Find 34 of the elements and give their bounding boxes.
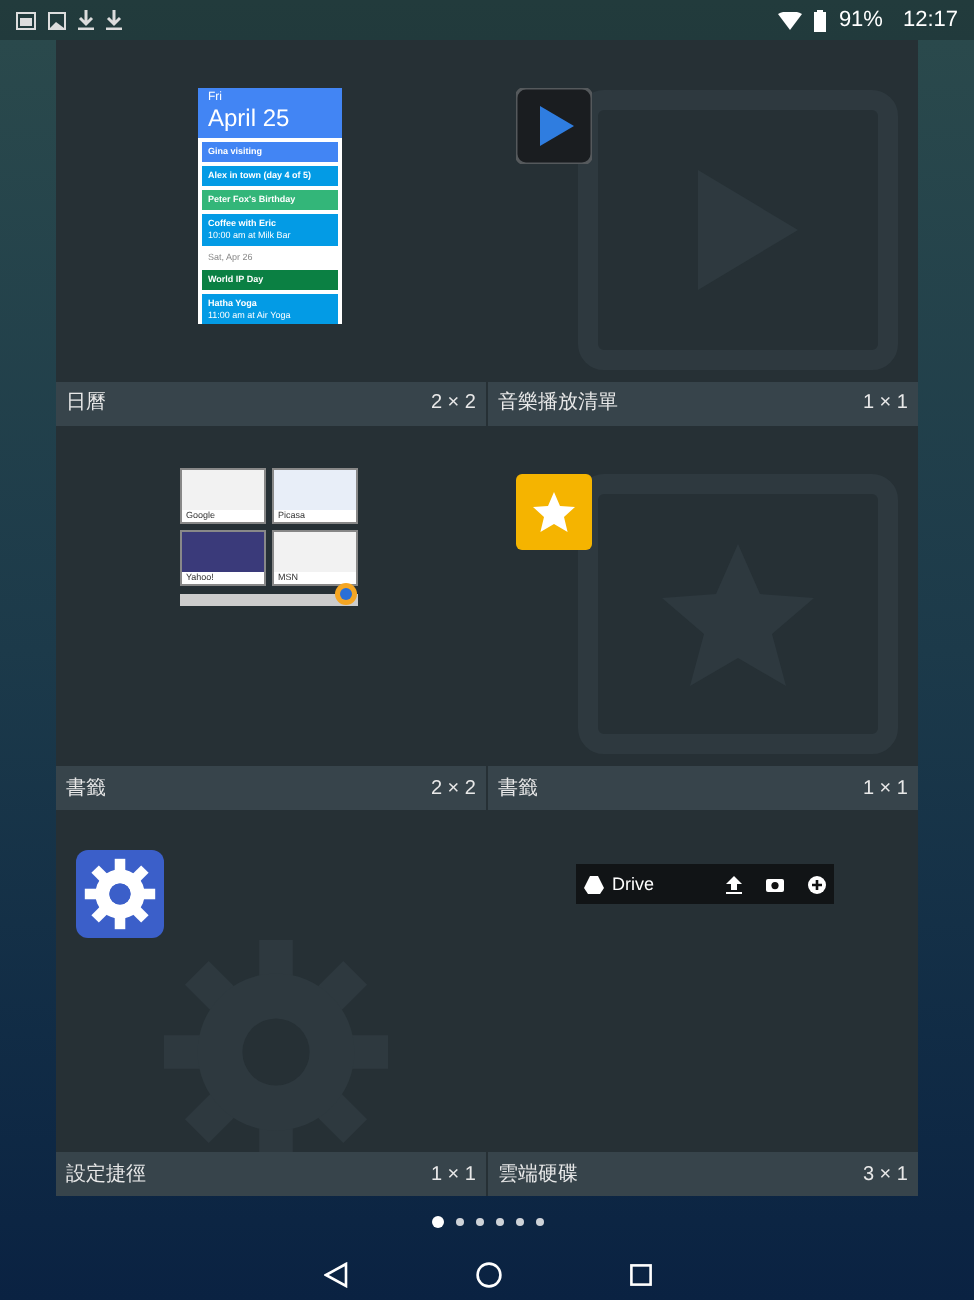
widget-name: 日曆 bbox=[66, 390, 106, 419]
widget-name: 書籤 bbox=[66, 775, 106, 804]
play-icon bbox=[516, 88, 592, 164]
clock: 12:17 bbox=[902, 5, 958, 36]
widget-name: 書籤 bbox=[498, 775, 538, 804]
star-watermark-icon bbox=[578, 474, 898, 755]
home-button[interactable] bbox=[475, 1261, 501, 1287]
widget-size: 1 × 1 bbox=[862, 390, 908, 419]
widget-size: 3 × 1 bbox=[862, 1161, 908, 1189]
notification-icon bbox=[16, 11, 36, 29]
camera-icon bbox=[766, 876, 784, 893]
battery-icon bbox=[814, 9, 827, 31]
widget-name: 設定捷徑 bbox=[66, 1161, 146, 1189]
play-watermark-icon bbox=[578, 89, 898, 370]
widget-name: 音樂播放清單 bbox=[498, 389, 618, 419]
upload-icon bbox=[726, 875, 742, 894]
drive-title: Drive bbox=[612, 871, 657, 898]
download-icon bbox=[106, 10, 122, 30]
widget-size: 2 × 2 bbox=[430, 775, 476, 804]
battery-percentage: 91% bbox=[838, 5, 883, 36]
add-icon bbox=[808, 875, 826, 894]
widget-size: 1 × 1 bbox=[430, 1161, 476, 1189]
recents-button[interactable] bbox=[629, 1263, 651, 1285]
gear-icon bbox=[76, 850, 164, 939]
wifi-icon bbox=[778, 11, 803, 29]
widget-name: 雲端硬碟 bbox=[498, 1161, 578, 1189]
calendar-date: April 25 bbox=[208, 106, 292, 132]
back-button[interactable] bbox=[323, 1261, 347, 1287]
download-icon bbox=[78, 10, 94, 30]
browser-icon bbox=[334, 581, 358, 606]
widget-size: 2 × 2 bbox=[430, 390, 476, 419]
image-icon bbox=[48, 11, 66, 29]
drive-icon bbox=[584, 875, 604, 894]
widget-size: 1 × 1 bbox=[862, 775, 908, 804]
